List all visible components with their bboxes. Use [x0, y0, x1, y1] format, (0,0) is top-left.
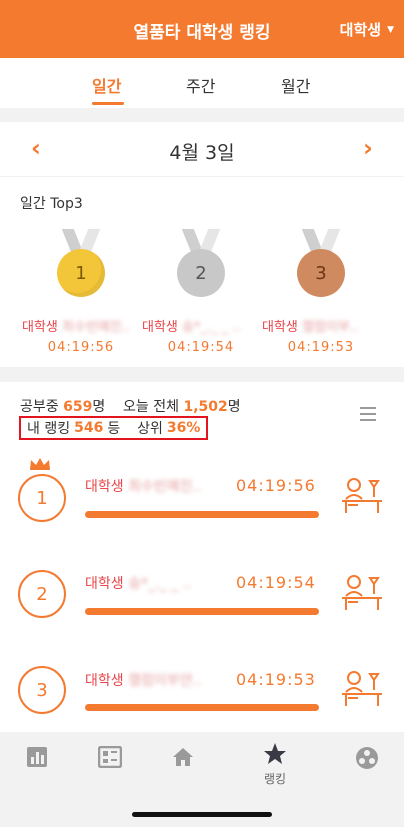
podium-name-2[interactable]: 대학생 승*_._ _ ..: [142, 316, 262, 335]
silver-medal-icon: 2: [171, 229, 231, 301]
tab-weekly[interactable]: 주간: [186, 73, 215, 97]
tab-monthly[interactable]: 월간: [281, 73, 310, 97]
current-date: 4월 3일: [169, 142, 235, 164]
star-icon: [264, 743, 286, 764]
nav-planner[interactable]: [90, 746, 130, 796]
chevron-down-icon: ▼: [387, 24, 394, 35]
rank-badge: 3: [18, 666, 66, 714]
progress-bar: [85, 704, 319, 711]
top3-section: 일간 Top3 1 2 3 대학생 최수빈예진.. 대학생 승*_._ _ ..…: [0, 177, 404, 367]
rank-badge: 2: [18, 570, 66, 618]
podium-time-1: 04:19:56: [47, 340, 115, 355]
date-selector: ‹ 4월 3일 ›: [0, 122, 404, 176]
studying-person-icon: [342, 575, 382, 610]
list-sort-icon[interactable]: [360, 407, 376, 421]
tab-daily[interactable]: 일간: [92, 73, 121, 97]
podium-name-3[interactable]: 대학생 캘럼이부..: [262, 316, 382, 335]
app-header: 열품타 대학생 랭킹 대학생 ▼: [0, 0, 404, 58]
studying-person-icon: [342, 671, 382, 706]
rank-badge: 1: [18, 474, 66, 522]
list-item[interactable]: 3 대학생 캘럼이부얀.. 04:19:53: [0, 662, 404, 732]
list-item[interactable]: 1 대학생 최수빈예진.. 04:19:56: [0, 452, 404, 552]
my-rank-summary: 내 랭킹 546 등 상위 36%: [19, 416, 209, 440]
progress-bar: [85, 511, 319, 518]
progress-bar: [85, 608, 319, 615]
planner-icon: [98, 746, 122, 768]
crown-icon: [30, 458, 50, 470]
nav-group[interactable]: [347, 746, 387, 796]
nav-ranking[interactable]: 랭킹: [255, 742, 295, 792]
gold-medal-icon: 1: [51, 229, 111, 301]
category-label: 대학생: [339, 21, 382, 39]
category-dropdown[interactable]: 대학생 ▼: [340, 19, 394, 40]
nav-home[interactable]: [163, 746, 203, 796]
podium-time-3: 04:19:53: [287, 340, 355, 355]
row-name: 대학생 캘럼이부얀..: [85, 673, 202, 689]
studying-person-icon: [342, 478, 382, 513]
chevron-right-icon[interactable]: ›: [354, 134, 382, 162]
bar-chart-icon: [27, 747, 47, 767]
study-stats: 공부중 659명 오늘 전체 1,502명: [20, 399, 241, 415]
list-item[interactable]: 2 대학생 승*_._ _ .. 04:19:54: [0, 557, 404, 657]
row-time: 04:19:54: [236, 573, 316, 592]
home-icon: [173, 748, 193, 766]
nav-stats[interactable]: [17, 746, 57, 796]
row-time: 04:19:53: [236, 670, 316, 689]
podium-time-2: 04:19:54: [167, 340, 235, 355]
nav-ranking-label: 랭킹: [263, 772, 287, 786]
home-indicator: [132, 812, 272, 817]
row-name: 대학생 최수빈예진..: [85, 479, 202, 495]
top3-heading: 일간 Top3: [20, 196, 83, 212]
period-tabs: 일간 주간 월간: [0, 58, 404, 108]
row-name: 대학생 승*_._ _ ..: [85, 576, 192, 592]
bronze-medal-icon: 3: [291, 229, 351, 301]
active-tab-indicator: [92, 102, 124, 105]
ranking-list: 공부중 659명 오늘 전체 1,502명 내 랭킹 546 등 상위 36% 1…: [0, 382, 404, 732]
group-icon: [356, 747, 378, 769]
podium-name-1[interactable]: 대학생 최수빈예진..: [22, 316, 142, 335]
row-time: 04:19:56: [236, 476, 316, 495]
